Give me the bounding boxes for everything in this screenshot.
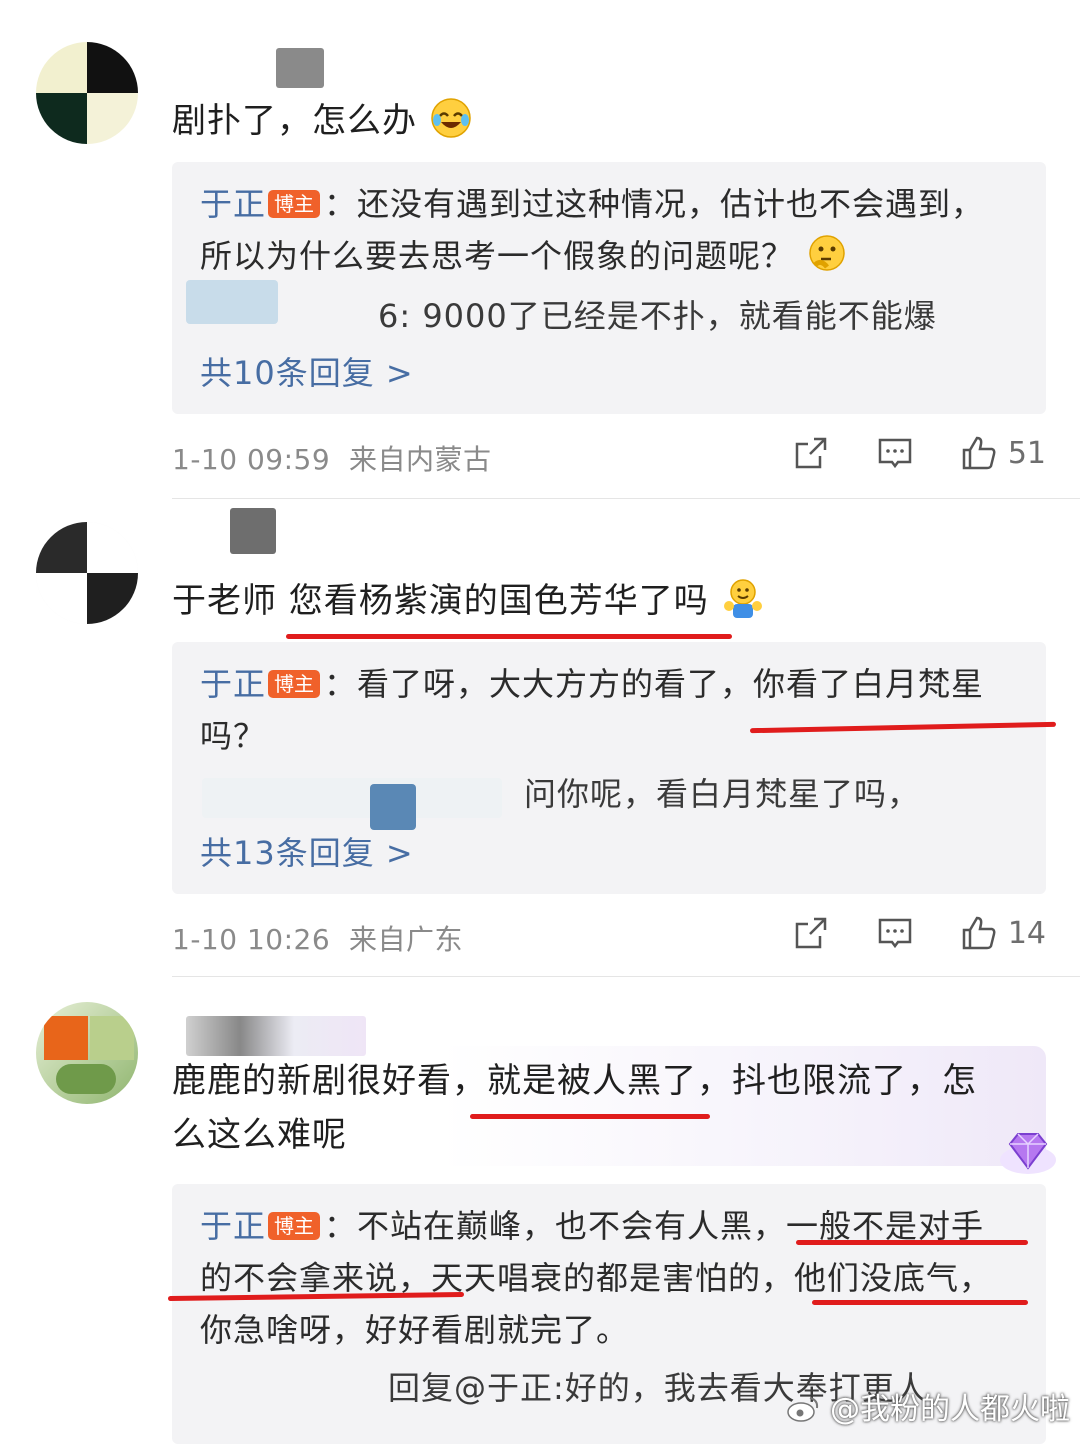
reply-box: 于正 博主 ：看了呀，大大方方的看了，你看了白月梵星 吗？ 问你呢，看白月梵星了吗，…	[172, 642, 1046, 894]
reply-box: 于正 博主 ：还没有遇到过这种情况，估计也不会遇到， 所以为什么要去思考一个假象的问…	[172, 162, 1046, 414]
comment-location: 来自广东	[348, 923, 463, 956]
reply-text-cont: 所以为什么要去思考一个假象的问题呢？	[200, 230, 849, 282]
comment-icon[interactable]	[876, 914, 914, 952]
sub-reply-user-blurred[interactable]	[186, 280, 278, 324]
comment-icon[interactable]	[876, 434, 914, 472]
blogger-badge: 博主	[268, 670, 321, 698]
comment-text-cont: 么这么难呢	[172, 1115, 347, 1155]
comment-time: 1-10 10:26	[172, 923, 331, 956]
avatar[interactable]	[36, 1002, 138, 1104]
thinking-emoji	[809, 235, 845, 271]
username-blurred[interactable]	[230, 508, 276, 554]
gem-icon	[1000, 1133, 1056, 1174]
share-icon[interactable]	[792, 434, 830, 472]
annotation-underline	[812, 1300, 1028, 1305]
reply-text-cont: 你急啥呀，好好看剧就完了。	[200, 1311, 630, 1349]
comment-text: 于老师 您看杨紫演的国色芳华了吗	[172, 574, 765, 628]
like-icon[interactable]	[960, 914, 998, 952]
like-count: 51	[1007, 435, 1046, 471]
comment-actions: 51	[746, 434, 1046, 472]
reply-text: 于正 博主 ：还没有遇到过这种情况，估计也不会遇到，	[200, 185, 985, 223]
annotation-underline	[470, 1114, 710, 1119]
annotation-underline	[286, 634, 732, 639]
more-replies-link[interactable]: 共10条回复 >	[200, 348, 414, 398]
sub-reply-user-blurred[interactable]	[202, 778, 502, 818]
avatar[interactable]	[36, 42, 138, 144]
reply-text: 于正 博主 ：看了呀，大大方方的看了，你看了白月梵星	[200, 665, 985, 703]
sub-reply-avatar-blurred[interactable]	[370, 784, 416, 830]
comment-text: 剧扑了，怎么办	[172, 94, 473, 148]
comment-time: 1-10 09:59	[172, 443, 331, 476]
comment-meta: 1-10 10:26 来自广东	[172, 918, 463, 958]
reply-text-cont: 吗？	[200, 717, 267, 755]
reply-author[interactable]: 于正	[200, 185, 266, 223]
username-blurred[interactable]	[276, 48, 324, 88]
comment-actions: 14	[746, 914, 1046, 952]
watermark: @我粉的人都火啦	[786, 1384, 1070, 1428]
username-blurred[interactable]	[186, 1016, 366, 1056]
weibo-logo-icon	[787, 1397, 819, 1422]
sub-reply-text: 问你呢，看白月梵星了吗，	[524, 775, 921, 813]
sub-reply-text: 6: 9000了已经是不扑，就看能不能爆	[378, 297, 937, 335]
divider	[172, 976, 1080, 977]
more-replies-link[interactable]: 共13条回复 >	[200, 828, 414, 878]
like-icon[interactable]	[960, 434, 998, 472]
laughing-crying-emoji	[431, 98, 471, 138]
comment-location: 来自内蒙古	[348, 443, 492, 476]
hug-emoji	[723, 579, 762, 618]
comment-text: 鹿鹿的新剧很好看，就是被人黑了，抖也限流了，怎	[172, 1061, 977, 1101]
like-count: 14	[1007, 915, 1046, 951]
divider	[172, 498, 1080, 499]
reply-author[interactable]: 于正	[200, 665, 266, 703]
avatar[interactable]	[36, 522, 138, 624]
blogger-badge: 博主	[268, 190, 321, 218]
share-icon[interactable]	[792, 914, 830, 952]
reply-author[interactable]: 于正	[200, 1207, 266, 1245]
comment-meta: 1-10 09:59 来自内蒙古	[172, 438, 491, 478]
blogger-badge: 博主	[268, 1212, 321, 1240]
annotation-underline	[796, 1240, 1028, 1245]
